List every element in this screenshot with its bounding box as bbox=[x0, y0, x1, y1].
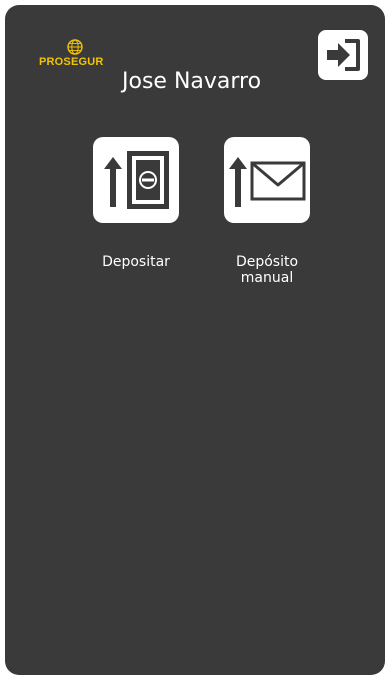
logo-text: PROSEGUR bbox=[39, 56, 104, 68]
manual-deposit-tile[interactable] bbox=[224, 137, 310, 223]
globe-icon bbox=[67, 39, 83, 55]
logout-button[interactable] bbox=[318, 30, 368, 80]
manual-deposit-envelope-icon bbox=[229, 157, 306, 207]
deposit-tile[interactable] bbox=[93, 137, 179, 223]
deposit-button[interactable]: Depositar bbox=[86, 137, 186, 270]
manual-deposit-label-line1: Depósito bbox=[235, 254, 299, 270]
manual-deposit-label-line2: manual bbox=[240, 270, 294, 286]
prosegur-logo: PROSEGUR bbox=[37, 39, 117, 79]
user-name: Jose Navarro bbox=[122, 69, 262, 94]
app-screen: PROSEGUR Jose Navarro Depositar Depósito… bbox=[5, 5, 385, 675]
deposit-label: Depositar bbox=[102, 254, 170, 270]
manual-deposit-button[interactable]: Depósito manual bbox=[217, 137, 317, 286]
deposit-banknote-icon bbox=[104, 151, 169, 209]
logout-arrow-icon bbox=[327, 39, 360, 71]
